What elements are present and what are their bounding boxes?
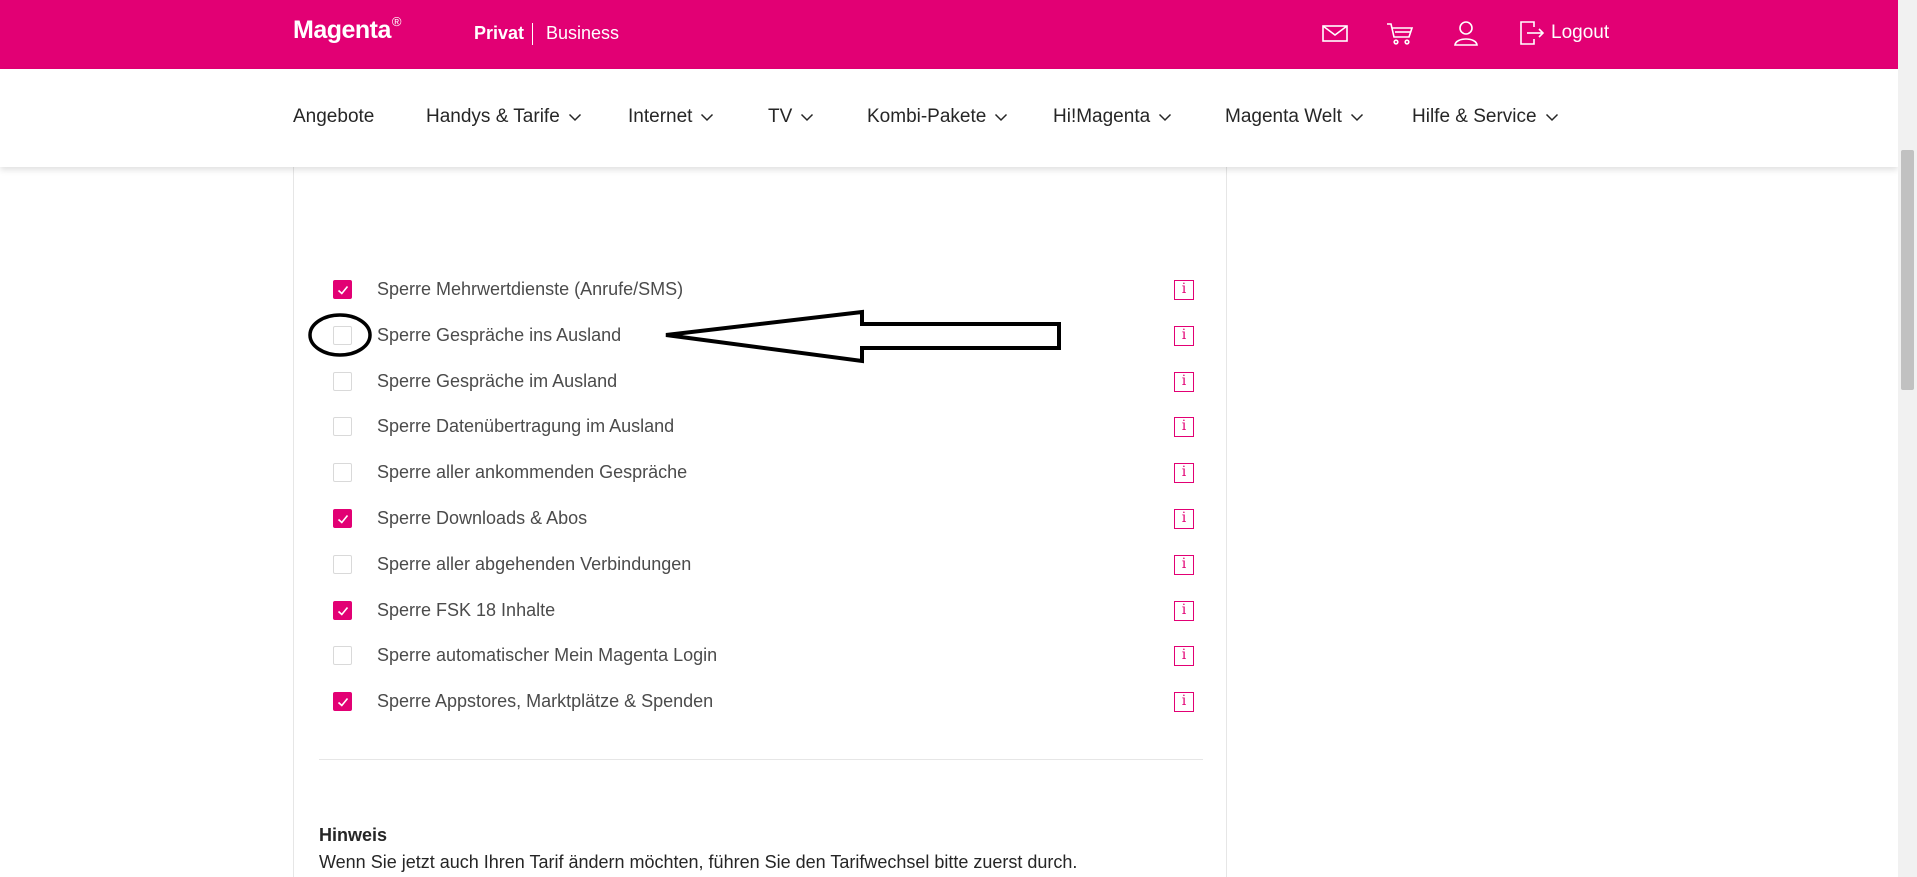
option-row[interactable]: Sperre Datenübertragung im Ausland i (333, 413, 1196, 441)
option-row[interactable]: Sperre Gespräche im Ausland i (333, 368, 1196, 396)
option-label: Sperre Gespräche im Ausland (377, 371, 618, 391)
nav-item-magenta-welt[interactable]: Magenta Welt (1225, 106, 1364, 128)
page-scrollbar[interactable] (1898, 0, 1917, 877)
main-navigation: Angebote Handys & Tarife Internet TV Kom… (0, 69, 1898, 167)
chevron-down-icon (1545, 110, 1559, 124)
brand-name: Magenta (293, 16, 391, 44)
chevron-down-icon (1158, 110, 1172, 124)
checkmark-icon (337, 514, 349, 524)
checkbox-unchecked[interactable] (333, 646, 352, 665)
option-row[interactable]: Sperre automatischer Mein Magenta Login i (333, 642, 1196, 670)
top-bar: Magenta® Privat Business Logout (0, 0, 1898, 69)
nav-item-kombi-pakete[interactable]: Kombi-Pakete (867, 106, 1008, 128)
info-icon[interactable]: i (1174, 372, 1194, 392)
option-row[interactable]: Sperre aller ankommenden Gespräche i (333, 459, 1196, 487)
nav-item-himagenta[interactable]: Hi!Magenta (1053, 106, 1172, 128)
option-row[interactable]: Sperre FSK 18 Inhalte i (333, 597, 1196, 625)
chevron-down-icon (994, 110, 1008, 124)
info-icon[interactable]: i (1174, 463, 1194, 483)
option-row[interactable]: Sperre Mehrwertdienste (Anrufe/SMS) i (333, 276, 1196, 304)
segment-divider (532, 23, 533, 45)
option-label: Sperre Downloads & Abos (377, 508, 588, 528)
section-divider (319, 759, 1203, 760)
option-label: Sperre aller ankommenden Gespräche (377, 462, 688, 482)
mail-icon[interactable] (1320, 18, 1350, 48)
nav-item-label: Hi!Magenta (1053, 106, 1151, 127)
option-row[interactable]: Sperre Gespräche ins Ausland i (333, 322, 1196, 350)
logout-link[interactable]: Logout (1551, 22, 1609, 44)
brand-registered-mark: ® (391, 14, 402, 29)
checkbox-checked[interactable] (333, 601, 352, 620)
cart-icon[interactable] (1385, 18, 1415, 48)
info-icon[interactable]: i (1174, 555, 1194, 575)
nav-item-handys-tarife[interactable]: Handys & Tarife (426, 106, 582, 128)
checkbox-unchecked[interactable] (333, 326, 352, 345)
option-label: Sperre automatischer Mein Magenta Login (377, 645, 718, 665)
option-label: Sperre Gespräche ins Ausland (377, 325, 622, 345)
chevron-down-icon (700, 110, 714, 124)
info-icon[interactable]: i (1174, 326, 1194, 346)
checkbox-unchecked[interactable] (333, 372, 352, 391)
option-row[interactable]: Sperre aller abgehenden Verbindungen i (333, 551, 1196, 579)
nav-item-tv[interactable]: TV (768, 106, 814, 128)
nav-item-internet[interactable]: Internet (628, 106, 714, 128)
checkbox-checked[interactable] (333, 509, 352, 528)
hint-text: Wenn Sie jetzt auch Ihren Tarif ändern m… (319, 852, 1078, 872)
info-icon[interactable]: i (1174, 692, 1194, 712)
checkmark-icon (337, 697, 349, 707)
logout-icon[interactable] (1517, 18, 1547, 48)
nav-item-label: Magenta Welt (1225, 106, 1342, 127)
chevron-down-icon (800, 110, 814, 124)
nav-item-hilfe-service[interactable]: Hilfe & Service (1412, 106, 1559, 128)
info-icon[interactable]: i (1174, 646, 1194, 666)
option-label: Sperre Mehrwertdienste (Anrufe/SMS) (377, 279, 684, 299)
nav-item-label: TV (768, 106, 793, 127)
checkmark-icon (337, 285, 349, 295)
chevron-down-icon (568, 110, 582, 124)
option-label: Sperre aller abgehenden Verbindungen (377, 554, 692, 574)
brand-logo[interactable]: Magenta® (293, 14, 402, 45)
option-label: Sperre Datenübertragung im Ausland (377, 416, 675, 436)
checkbox-unchecked[interactable] (333, 417, 352, 436)
option-row[interactable]: Sperre Appstores, Marktplätze & Spenden i (333, 688, 1196, 716)
option-label: Sperre Appstores, Marktplätze & Spenden (377, 691, 714, 711)
scrollbar-thumb[interactable] (1901, 150, 1914, 390)
checkbox-checked[interactable] (333, 280, 352, 299)
nav-item-angebote[interactable]: Angebote (293, 106, 374, 128)
info-icon[interactable]: i (1174, 509, 1194, 529)
segment-business[interactable]: Business (546, 23, 619, 44)
checkmark-icon (337, 606, 349, 616)
nav-item-label: Kombi-Pakete (867, 106, 987, 127)
checkbox-unchecked[interactable] (333, 463, 352, 482)
nav-item-label: Internet (628, 106, 693, 127)
checkbox-checked[interactable] (333, 692, 352, 711)
user-icon[interactable] (1451, 18, 1481, 48)
chevron-down-icon (1350, 110, 1364, 124)
checkbox-unchecked[interactable] (333, 555, 352, 574)
nav-item-label: Angebote (293, 106, 375, 127)
info-icon[interactable]: i (1174, 417, 1194, 437)
nav-item-label: Handys & Tarife (426, 106, 560, 127)
option-row[interactable]: Sperre Downloads & Abos i (333, 505, 1196, 533)
segment-privat[interactable]: Privat (474, 23, 524, 44)
info-icon[interactable]: i (1174, 280, 1194, 300)
hint-title: Hinweis (319, 825, 388, 845)
nav-item-label: Hilfe & Service (1412, 106, 1537, 127)
info-icon[interactable]: i (1174, 601, 1194, 621)
option-label: Sperre FSK 18 Inhalte (377, 600, 556, 620)
